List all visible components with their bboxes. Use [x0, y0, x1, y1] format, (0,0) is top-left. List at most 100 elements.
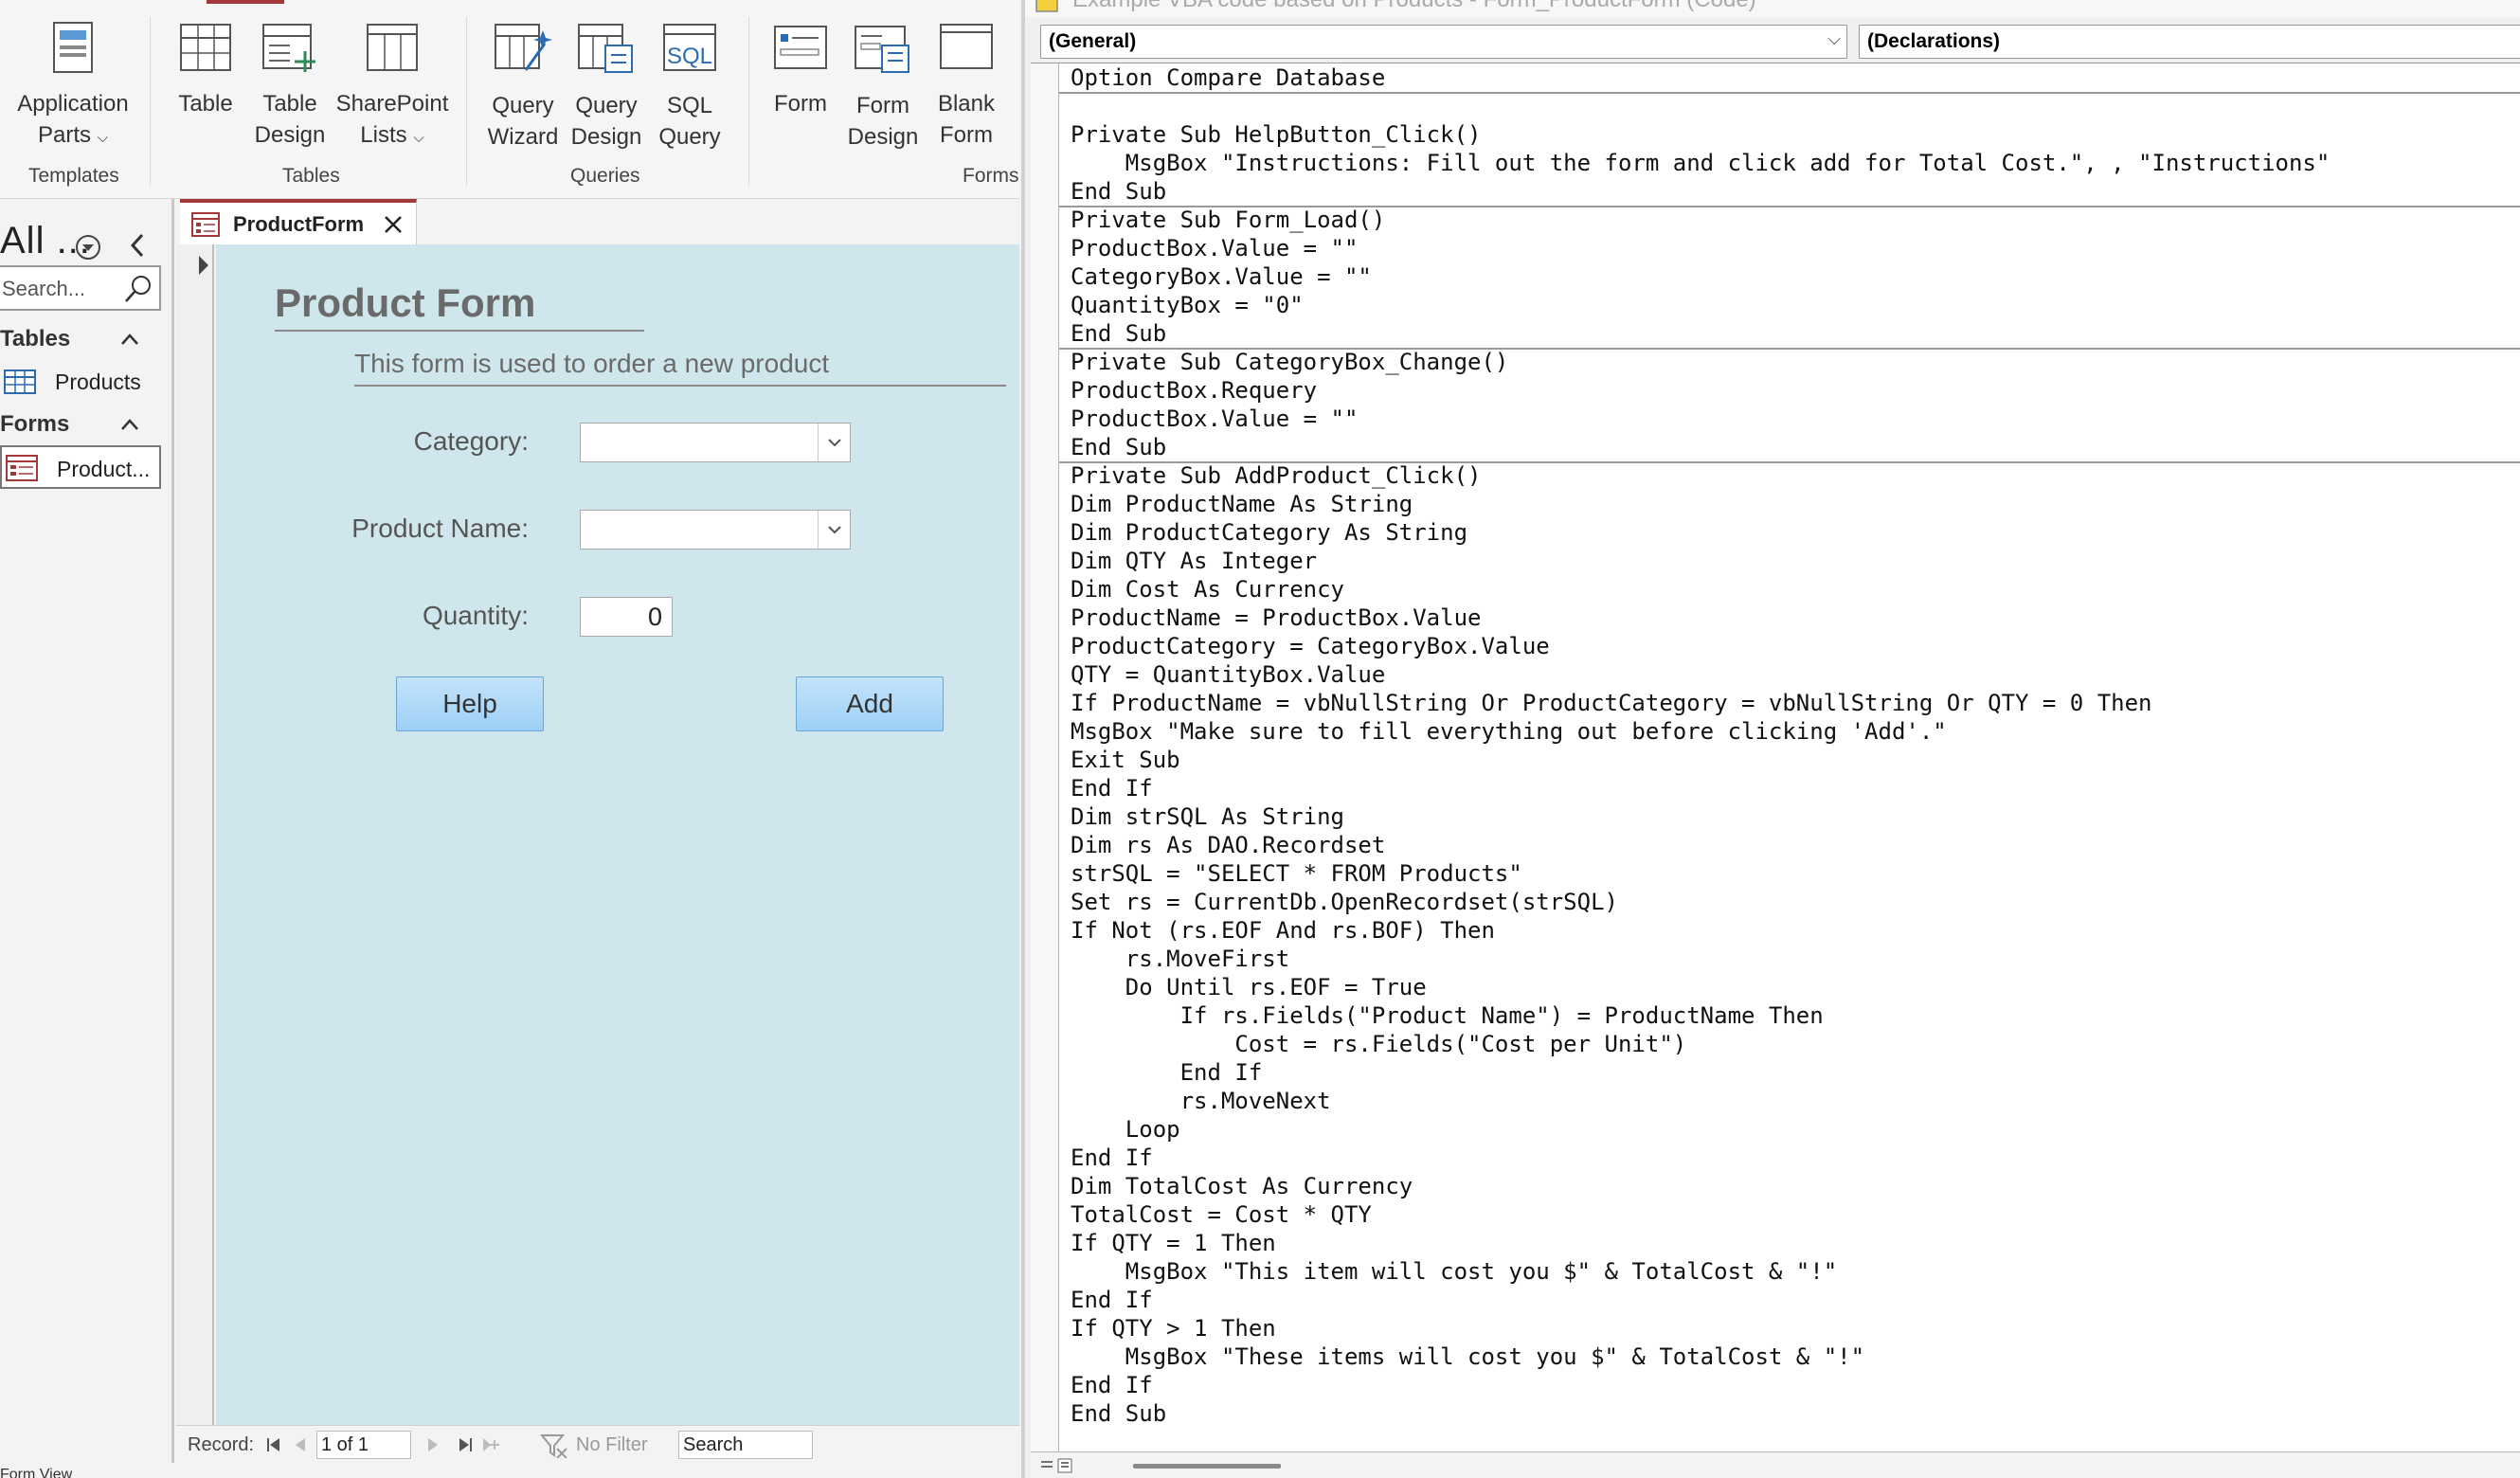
- code-line[interactable]: If rs.Fields("Product Name") = ProductNa…: [1071, 1001, 2520, 1030]
- product-name-dropdown-button[interactable]: [818, 511, 850, 549]
- query-design-button[interactable]: Query Design: [567, 21, 646, 153]
- nav-search-input[interactable]: Search...: [0, 265, 161, 311]
- help-button[interactable]: Help: [396, 676, 544, 731]
- close-icon[interactable]: [383, 214, 404, 235]
- form-design-button[interactable]: Form Design: [843, 21, 923, 153]
- code-line[interactable]: Dim QTY As Integer: [1071, 547, 2520, 575]
- code-line[interactable]: rs.MoveNext: [1071, 1087, 2520, 1115]
- code-line[interactable]: ProductName = ProductBox.Value: [1071, 604, 2520, 632]
- code-line[interactable]: MsgBox "Instructions: Fill out the form …: [1071, 149, 2520, 177]
- code-line[interactable]: MsgBox "This item will cost you $" & Tot…: [1071, 1257, 2520, 1286]
- object-combobox[interactable]: (General) ⌵: [1040, 25, 1847, 59]
- search-icon[interactable]: [123, 274, 153, 304]
- code-line[interactable]: strSQL = "SELECT * FROM Products": [1071, 859, 2520, 888]
- code-line[interactable]: End Sub: [1071, 433, 2520, 461]
- blank-form-button[interactable]: Blank Form: [927, 21, 1006, 151]
- code-line[interactable]: Dim strSQL As String: [1071, 802, 2520, 831]
- code-line[interactable]: Option Compare Database: [1071, 63, 2520, 92]
- application-parts-button[interactable]: Application Parts ⌵: [13, 21, 133, 153]
- code-line[interactable]: Cost = rs.Fields("Cost per Unit"): [1071, 1030, 2520, 1058]
- code-line[interactable]: ProductBox.Requery: [1071, 376, 2520, 405]
- code-line[interactable]: End If: [1071, 1058, 2520, 1087]
- code-line[interactable]: Dim rs As DAO.Recordset: [1071, 831, 2520, 859]
- sharepoint-lists-button[interactable]: SharePoint Lists ⌵: [335, 21, 449, 153]
- next-record-icon[interactable]: [426, 1436, 440, 1453]
- code-line[interactable]: ProductCategory = CategoryBox.Value: [1071, 632, 2520, 660]
- last-record-icon[interactable]: [457, 1436, 474, 1453]
- nav-item-productform[interactable]: Product...: [0, 445, 161, 489]
- collapse-pane-icon[interactable]: [127, 231, 148, 260]
- code-line[interactable]: End Sub: [1071, 177, 2520, 206]
- code-line[interactable]: ProductBox.Value = "": [1071, 234, 2520, 262]
- filter-icon[interactable]: [540, 1433, 568, 1458]
- code-line[interactable]: End If: [1071, 774, 2520, 802]
- form-design-icon: [855, 26, 909, 73]
- category-dropdown-button[interactable]: [818, 424, 850, 461]
- quantity-input[interactable]: 0: [580, 597, 673, 637]
- sql-query-button[interactable]: SQL SQL Query: [650, 21, 729, 153]
- category-combobox[interactable]: [580, 423, 851, 462]
- code-line[interactable]: Loop: [1071, 1115, 2520, 1144]
- add-button[interactable]: Add: [796, 676, 944, 731]
- form-button[interactable]: Form: [764, 21, 837, 119]
- code-line[interactable]: Dim ProductCategory As String: [1071, 518, 2520, 547]
- full-module-view-icon[interactable]: [1057, 1458, 1072, 1473]
- procedure-combobox[interactable]: (Declarations): [1859, 25, 2520, 59]
- code-line[interactable]: Dim ProductName As String: [1071, 490, 2520, 518]
- code-line[interactable]: CategoryBox.Value = "": [1071, 262, 2520, 291]
- document-tab-bar: ProductForm: [176, 199, 1019, 244]
- code-line[interactable]: Dim Cost As Currency: [1071, 575, 2520, 604]
- chevron-up-icon[interactable]: [119, 417, 140, 432]
- code-line[interactable]: rs.MoveFirst: [1071, 945, 2520, 973]
- nav-section-forms[interactable]: Forms: [0, 409, 171, 443]
- code-line[interactable]: End If: [1071, 1286, 2520, 1314]
- chevron-up-icon[interactable]: [119, 332, 140, 347]
- chevron-down-icon[interactable]: ⌵: [1827, 29, 1841, 49]
- record-search-input[interactable]: Search: [678, 1431, 813, 1459]
- first-record-icon[interactable]: [265, 1436, 282, 1453]
- code-line[interactable]: Private Sub CategoryBox_Change(): [1071, 348, 2520, 376]
- nav-header[interactable]: All ...: [0, 216, 171, 267]
- current-record-input[interactable]: 1 of 1: [316, 1431, 411, 1459]
- code-line[interactable]: If QTY > 1 Then: [1071, 1314, 2520, 1343]
- code-line[interactable]: Private Sub HelpButton_Click(): [1071, 120, 2520, 149]
- tab-productform[interactable]: ProductForm: [180, 199, 417, 244]
- query-wizard-button[interactable]: Query Wizard: [483, 21, 563, 153]
- code-line[interactable]: QuantityBox = "0": [1071, 291, 2520, 319]
- code-line[interactable]: ProductBox.Value = "": [1071, 405, 2520, 433]
- code-line[interactable]: Do Until rs.EOF = True: [1071, 973, 2520, 1001]
- code-line[interactable]: End If: [1071, 1144, 2520, 1172]
- nav-item-products-table[interactable]: Products: [0, 360, 161, 404]
- procedure-view-icon[interactable]: [1040, 1458, 1053, 1471]
- code-line[interactable]: End Sub: [1071, 1399, 2520, 1428]
- chevron-down-icon: ⌵: [413, 130, 424, 146]
- nav-options-dropdown-icon[interactable]: [74, 233, 102, 261]
- code-line[interactable]: Exit Sub: [1071, 746, 2520, 774]
- code-line[interactable]: End Sub: [1071, 319, 2520, 348]
- code-line[interactable]: End If: [1071, 1371, 2520, 1399]
- code-line[interactable]: MsgBox "These items will cost you $" & T…: [1071, 1343, 2520, 1371]
- group-label-tables: Tables: [282, 165, 340, 187]
- table-button[interactable]: Table: [169, 21, 243, 119]
- code-line[interactable]: TotalCost = Cost * QTY: [1071, 1200, 2520, 1229]
- code-line[interactable]: [1071, 92, 2520, 120]
- code-line[interactable]: MsgBox "Make sure to fill everything out…: [1071, 717, 2520, 746]
- code-line[interactable]: If Not (rs.EOF And rs.BOF) Then: [1071, 916, 2520, 945]
- record-selector[interactable]: [176, 244, 214, 1425]
- code-editor[interactable]: Option Compare Database Private Sub HelpB…: [1031, 63, 2520, 1452]
- code-line[interactable]: QTY = QuantityBox.Value: [1071, 660, 2520, 689]
- code-line[interactable]: Dim TotalCost As Currency: [1071, 1172, 2520, 1200]
- horizontal-scrollbar-thumb[interactable]: [1133, 1464, 1281, 1469]
- code-line[interactable]: Set rs = CurrentDb.OpenRecordset(strSQL): [1071, 888, 2520, 916]
- table-design-button[interactable]: Table Design: [248, 21, 332, 151]
- code-line[interactable]: Private Sub AddProduct_Click(): [1071, 461, 2520, 490]
- code-line[interactable]: If ProductName = vbNullString Or Product…: [1071, 689, 2520, 717]
- form-design-label-1: Form: [856, 93, 909, 118]
- code-line[interactable]: Private Sub Form_Load(): [1071, 206, 2520, 234]
- no-filter-label[interactable]: No Filter: [576, 1434, 648, 1456]
- code-line[interactable]: If QTY = 1 Then: [1071, 1229, 2520, 1257]
- previous-record-icon[interactable]: [294, 1436, 307, 1453]
- nav-section-tables[interactable]: Tables: [0, 324, 171, 358]
- product-name-combobox[interactable]: [580, 510, 851, 550]
- new-record-icon[interactable]: [481, 1436, 500, 1453]
